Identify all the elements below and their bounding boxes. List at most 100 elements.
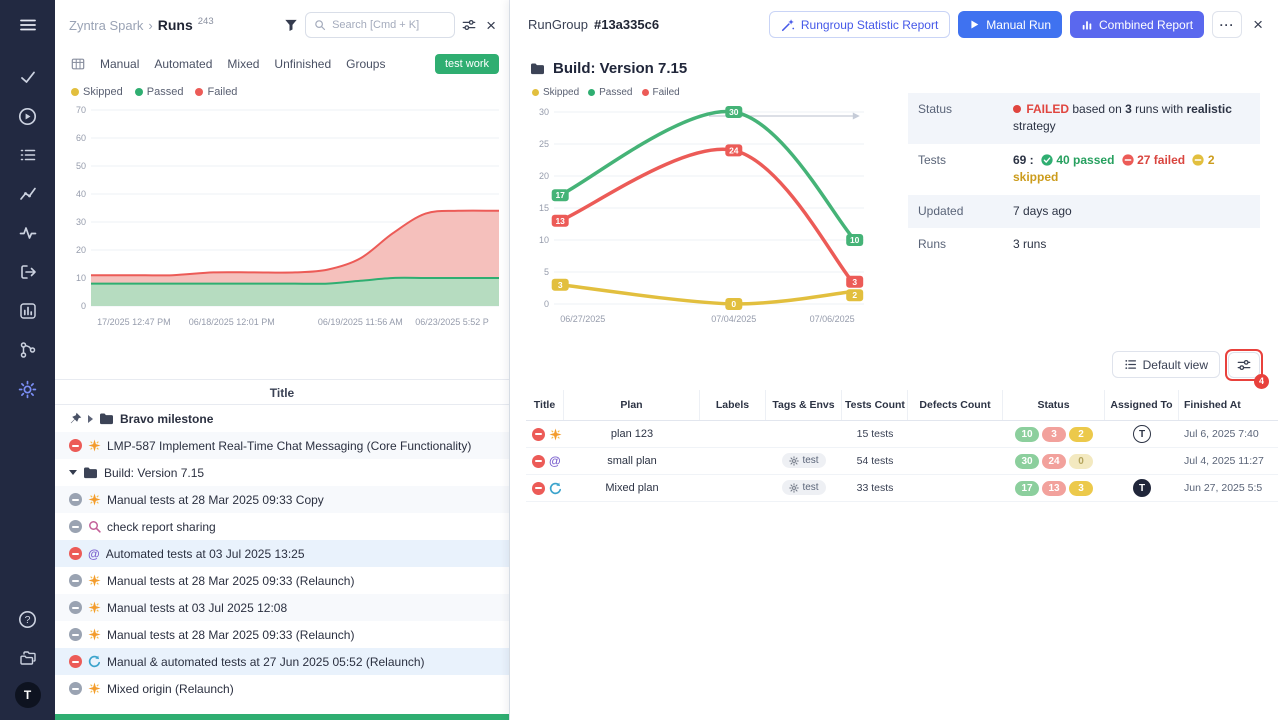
default-view-button[interactable]: Default view <box>1112 351 1220 378</box>
column-header[interactable]: Defects Count <box>908 390 1003 420</box>
sidebar-item-help[interactable]: ? <box>8 604 48 634</box>
sidebar-item-import[interactable] <box>8 257 48 287</box>
sidebar-item-pipelines[interactable] <box>8 335 48 365</box>
run-list-item[interactable]: Mixed origin (Relaunch) <box>55 675 509 702</box>
column-header[interactable]: Tests Count <box>842 390 908 420</box>
view-settings-button[interactable] <box>462 18 476 32</box>
column-header[interactable]: Status <box>1003 390 1105 420</box>
filter-tag-pill[interactable]: test work <box>435 54 499 74</box>
breadcrumb-project[interactable]: Zyntra Spark <box>69 18 143 33</box>
status-pills: 17133 <box>1003 481 1105 496</box>
run-list-item[interactable]: Manual & automated tests at 27 Jun 2025 … <box>55 648 509 675</box>
svg-text:40: 40 <box>76 189 86 199</box>
assignee-avatar[interactable]: T <box>1133 479 1151 497</box>
run-list-item[interactable]: Manual tests at 03 Jul 2025 12:08 <box>55 594 509 621</box>
run-list-item[interactable]: Bravo milestone <box>55 405 509 432</box>
tab-groups[interactable]: Groups <box>346 57 385 71</box>
button-label: Combined Report <box>1099 18 1193 32</box>
legend-passed[interactable]: Passed <box>135 86 184 98</box>
tab-manual[interactable]: Manual <box>100 57 139 71</box>
chart-legend: Skipped Passed Failed <box>55 82 509 100</box>
rungroup-id: #13a335c6 <box>594 17 659 32</box>
legend-skipped[interactable]: Skipped <box>532 87 579 98</box>
tab-unfinished[interactable]: Unfinished <box>274 57 331 71</box>
run-list-item[interactable]: check report sharing <box>55 513 509 540</box>
svg-text:24: 24 <box>729 145 739 155</box>
sidebar-item-tests[interactable] <box>8 62 48 92</box>
sidebar-item-reports[interactable] <box>8 296 48 326</box>
sidebar-item-runs[interactable] <box>8 101 48 131</box>
svg-text:20: 20 <box>76 245 86 255</box>
run-list-item[interactable]: Manual tests at 28 Mar 2025 09:33 (Relau… <box>55 567 509 594</box>
run-list-item[interactable]: LMP-587 Implement Real-Time Chat Messagi… <box>55 432 509 459</box>
run-title: check report sharing <box>107 520 216 534</box>
run-group-row[interactable]: plan 123 15 tests 1032 T Jul 6, 2025 7:4… <box>526 421 1278 448</box>
column-header[interactable]: Tags & Envs <box>766 390 842 420</box>
view-grid-icon[interactable] <box>71 57 85 71</box>
run-title: Mixed origin (Relaunch) <box>107 682 234 696</box>
run-list-item[interactable]: Manual tests at 28 Mar 2025 09:33 (Relau… <box>55 621 509 648</box>
sidebar-item-suites[interactable] <box>8 140 48 170</box>
finished-at: Jul 6, 2025 7:40 <box>1179 428 1278 440</box>
tag-pill[interactable]: test <box>782 453 825 468</box>
svg-text:07/06/2025: 07/06/2025 <box>810 314 855 324</box>
folder-icon <box>530 62 545 75</box>
skipped-circle-icon <box>1192 154 1204 166</box>
sidebar-item-analytics[interactable] <box>8 179 48 209</box>
tab-mixed[interactable]: Mixed <box>227 57 259 71</box>
run-list-item[interactable]: Manual tests at 28 Mar 2025 09:33 Copy <box>55 486 509 513</box>
column-header[interactable]: Labels <box>700 390 766 420</box>
rungroup-statistic-report-button[interactable]: Rungroup Statistic Report <box>769 11 950 38</box>
svg-text:2: 2 <box>852 290 857 300</box>
svg-text:3: 3 <box>558 280 563 290</box>
manual-run-button[interactable]: Manual Run <box>958 11 1062 38</box>
assignee-avatar[interactable]: T <box>1133 425 1151 443</box>
cycle-icon <box>88 655 101 668</box>
svg-text:10: 10 <box>76 273 86 283</box>
button-label: Rungroup Statistic Report <box>801 18 938 32</box>
sliders-icon <box>462 18 476 32</box>
table-settings-button[interactable]: 4 <box>1228 352 1260 378</box>
legend-failed[interactable]: Failed <box>195 86 237 98</box>
run-title: Bravo milestone <box>120 412 213 426</box>
status-pills: 30240 <box>1003 454 1105 469</box>
column-header[interactable]: Plan <box>564 390 700 420</box>
run-status-icon <box>69 439 82 452</box>
status-row: Status FAILED based on 3 runs with reali… <box>908 93 1260 144</box>
more-actions-button[interactable]: ··· <box>1212 11 1242 38</box>
spark-icon <box>88 439 101 452</box>
column-header[interactable]: Finished At <box>1179 390 1278 420</box>
sidebar-item-menu[interactable] <box>8 10 48 40</box>
updated-value: 7 days ago <box>1013 203 1072 220</box>
run-group-row[interactable]: @ small plan test 54 tests 30240 Jul 4, … <box>526 448 1278 475</box>
sidebar-item-projects[interactable] <box>8 643 48 673</box>
run-list-item[interactable]: Build: Version 7.15 <box>55 459 509 486</box>
rungroup-title: Build: Version 7.15 <box>510 47 1280 81</box>
column-header[interactable]: Assigned To <box>1105 390 1179 420</box>
legend-passed[interactable]: Passed <box>588 87 632 98</box>
wand-icon <box>781 18 795 32</box>
close-panel-icon[interactable]: × <box>483 17 499 34</box>
run-list-item[interactable]: @Automated tests at 03 Jul 2025 13:25 <box>55 540 509 567</box>
svg-text:06/18/2025 12:01 PM: 06/18/2025 12:01 PM <box>189 317 275 327</box>
run-status-icon <box>69 628 82 641</box>
tab-automated[interactable]: Automated <box>154 57 212 71</box>
sidebar-item-settings[interactable] <box>8 374 48 404</box>
sidebar-item-pulse[interactable] <box>8 218 48 248</box>
rungroup-header: RunGroup #13a335c6 Rungroup Statistic Re… <box>510 0 1280 47</box>
user-avatar[interactable]: T <box>15 682 41 708</box>
funnel-icon <box>284 18 298 32</box>
filter-button[interactable] <box>284 18 298 32</box>
breadcrumb-section[interactable]: Runs <box>158 17 193 33</box>
legend-skipped[interactable]: Skipped <box>71 86 123 98</box>
legend-failed[interactable]: Failed <box>642 87 680 98</box>
status-pills: 1032 <box>1003 427 1105 442</box>
search-box[interactable] <box>305 12 455 38</box>
combined-report-button[interactable]: Combined Report <box>1070 11 1204 38</box>
run-group-row[interactable]: Mixed plan test 33 tests 17133 T Jun 27,… <box>526 475 1278 502</box>
search-input[interactable] <box>332 19 447 31</box>
run-summary: Status FAILED based on 3 runs with reali… <box>908 93 1260 335</box>
column-header[interactable]: Title <box>526 390 564 420</box>
close-detail-icon[interactable]: × <box>1250 16 1266 33</box>
tag-pill[interactable]: test <box>782 480 825 495</box>
